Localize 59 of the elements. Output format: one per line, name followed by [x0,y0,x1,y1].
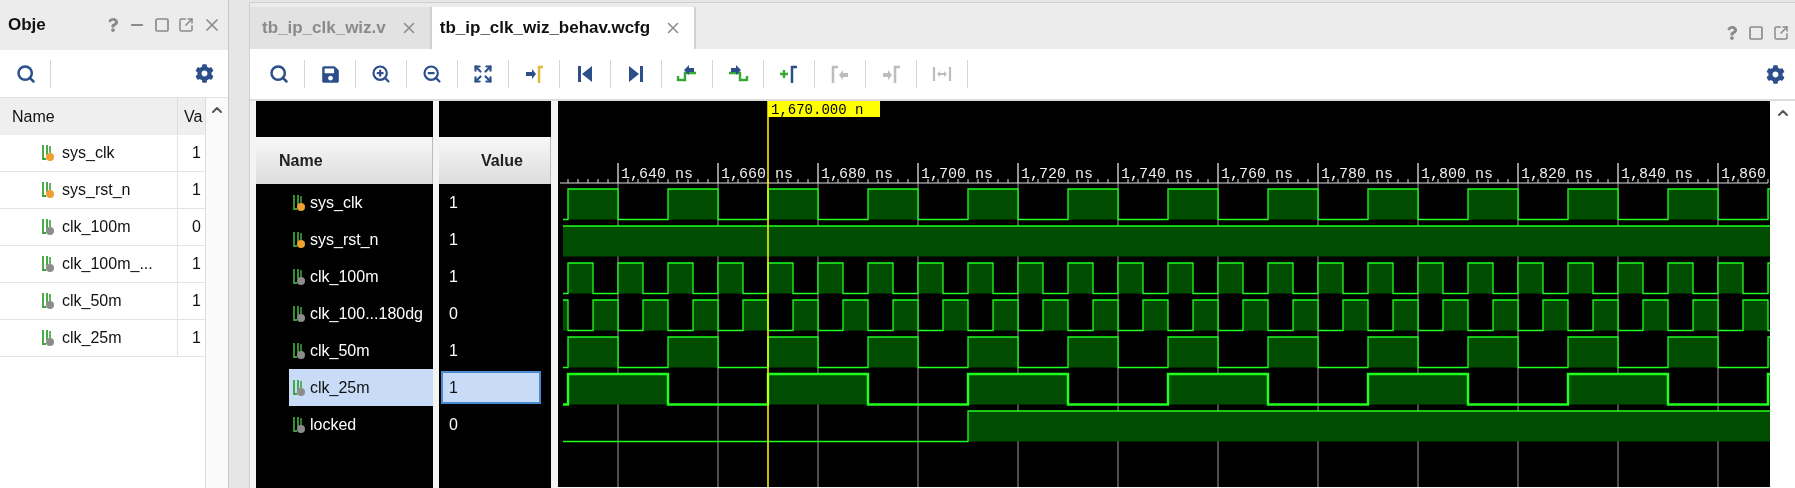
time-label: 1,660 ns [721,166,793,183]
search-icon[interactable] [269,64,289,84]
signal-name[interactable]: locked [289,406,433,443]
float-icon[interactable] [178,17,195,33]
object-value: 1 [191,144,201,162]
column-header[interactable]: Va [178,107,203,126]
expand-icon[interactable] [473,64,493,84]
search-icon[interactable] [16,63,36,84]
signal-value: 0 [448,303,459,324]
object-name[interactable]: clk_100m_... [62,255,153,273]
signal-name[interactable]: sys_clk [289,184,433,221]
time-label: 1,840 ns [1621,166,1693,183]
time-label: 1,860 [1721,166,1766,183]
object-name[interactable]: sys_clk [62,144,115,162]
signal-name[interactable]: clk_25m [289,369,433,406]
signal-value: 1 [441,371,541,404]
plus-bracket-icon[interactable] [778,63,800,85]
object-name[interactable]: clk_25m [62,329,122,347]
signal-value: 1 [448,266,459,287]
time-label: 1,680 ns [821,166,893,183]
time-label: 1,800 ns [1421,166,1493,183]
time-label: 1,760 ns [1221,166,1293,183]
signal-name[interactable]: sys_rst_n [289,221,433,258]
object-value: 1 [191,181,201,199]
save-icon[interactable] [320,64,340,84]
help-icon[interactable] [1725,26,1739,40]
signal-name[interactable]: clk_100...180dg [289,295,433,332]
signal-value: 1 [448,229,459,250]
settings-icon[interactable] [195,64,215,83]
zoom-out-icon[interactable] [422,64,442,84]
signal-name[interactable]: clk_100m [289,258,433,295]
object-value: 1 [191,255,201,273]
zoom-in-icon[interactable] [371,64,391,84]
signal-value: 1 [448,340,459,361]
column-header[interactable]: Value [439,137,551,184]
signal-value: 1 [448,192,459,213]
cursor-time-flag[interactable]: 1,670.000 n [768,101,880,118]
object-value: 1 [191,292,201,310]
object-name[interactable]: clk_50m [62,292,122,310]
object-value: 0 [191,218,201,236]
object-name[interactable]: sys_rst_n [62,181,131,199]
column-header[interactable]: Name [0,98,178,135]
signal-name[interactable]: clk_50m [289,332,433,369]
signal-value: 0 [448,414,459,435]
time-label: 1,780 ns [1321,166,1393,183]
object-name[interactable]: clk_100m [62,218,131,236]
arrow-bracket-icon[interactable] [523,63,545,85]
help-icon[interactable] [106,18,121,32]
panel-title: Obje [8,15,47,35]
time-label: 1,740 ns [1121,166,1193,183]
time-label: 1,640 ns [621,166,693,183]
time-label: 1,700 ns [921,166,993,183]
float-icon[interactable] [1773,25,1789,41]
settings-icon[interactable] [1766,64,1785,84]
column-header[interactable]: Name [256,137,433,184]
time-label: 1,720 ns [1021,166,1093,183]
time-label: 1,820 ns [1521,166,1593,183]
file-tab[interactable]: tb_ip_clk_wiz_behav.wcfg [431,7,697,49]
object-value: 1 [191,329,201,347]
